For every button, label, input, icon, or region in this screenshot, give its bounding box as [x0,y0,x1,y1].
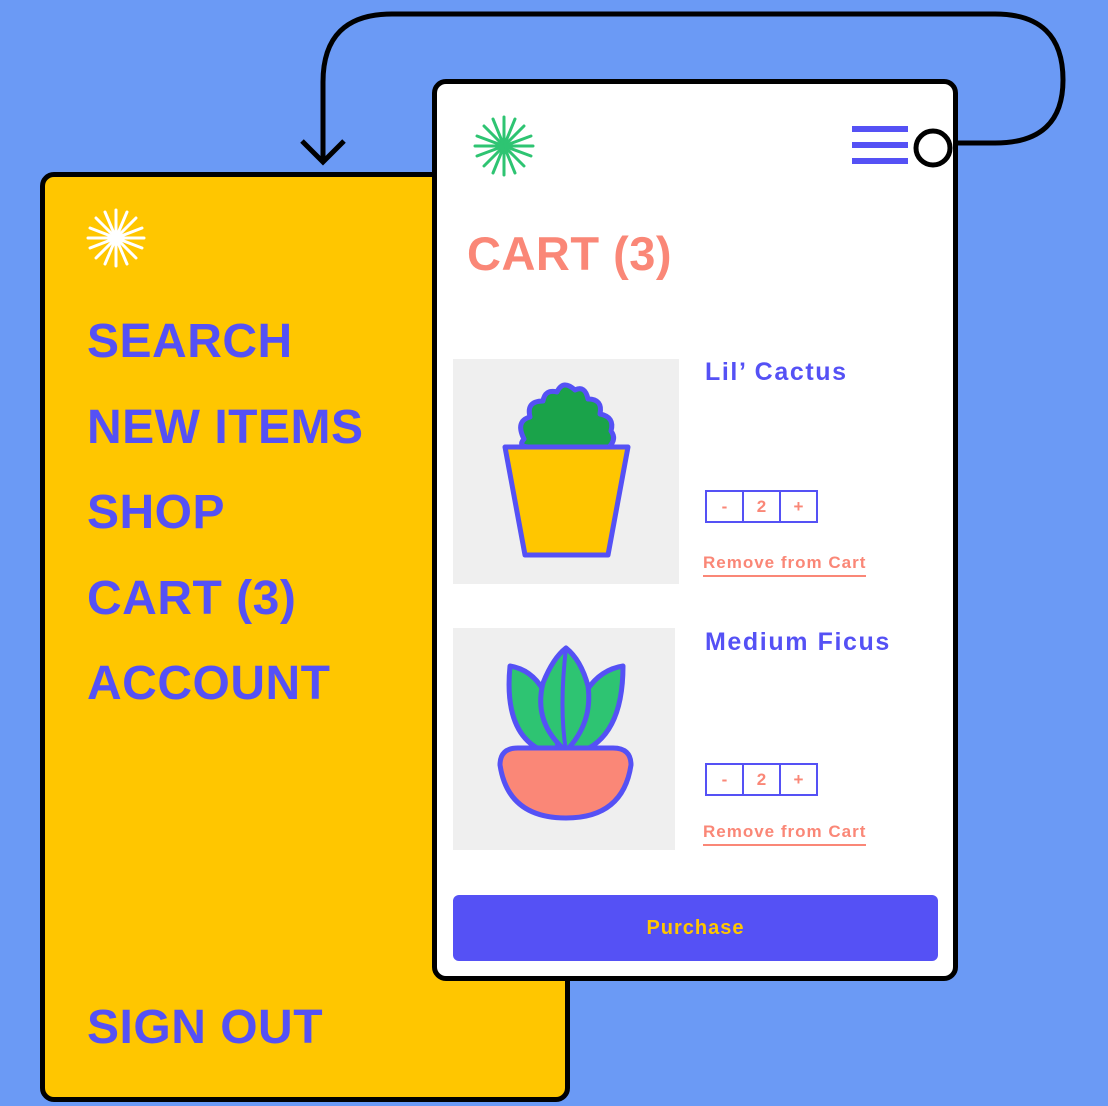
product-image-ficus [453,628,675,850]
hamburger-menu-icon[interactable] [852,126,910,168]
menu-item-new-items[interactable]: NEW ITEMS [87,393,364,479]
product-name: Lil’ Cactus [705,358,848,386]
product-name: Medium Ficus [705,628,891,656]
quantity-stepper: - 2 + [705,763,818,796]
ficus-illustration [497,645,634,821]
decrement-button[interactable]: - [707,765,742,794]
quantity-stepper: - 2 + [705,490,818,523]
menu-item-search[interactable]: SEARCH [87,307,364,393]
decrement-button[interactable]: - [707,492,742,521]
increment-button[interactable]: + [779,765,816,794]
remove-from-cart-link[interactable]: Remove from Cart [703,553,867,577]
purchase-button[interactable]: Purchase [453,895,938,961]
sign-out-link[interactable]: SIGN OUT [87,993,323,1063]
starburst-logo-icon [86,208,146,268]
quantity-value[interactable]: 2 [742,765,779,794]
cactus-illustration [502,382,631,558]
starburst-logo-icon [473,115,535,177]
increment-button[interactable]: + [779,492,816,521]
menu-item-shop[interactable]: SHOP [87,478,364,564]
page-title: CART (3) [467,227,673,280]
product-image-cactus [453,359,679,584]
quantity-value[interactable]: 2 [742,492,779,521]
menu-list: SEARCH NEW ITEMS SHOP CART (3) ACCOUNT [87,307,364,735]
menu-item-account[interactable]: ACCOUNT [87,649,364,735]
menu-item-cart[interactable]: CART (3) [87,564,364,650]
connector-dot [913,128,953,168]
cart-panel: CART (3) Lil’ Cactus - 2 + Remove from C… [432,79,958,981]
remove-from-cart-link[interactable]: Remove from Cart [703,822,867,846]
